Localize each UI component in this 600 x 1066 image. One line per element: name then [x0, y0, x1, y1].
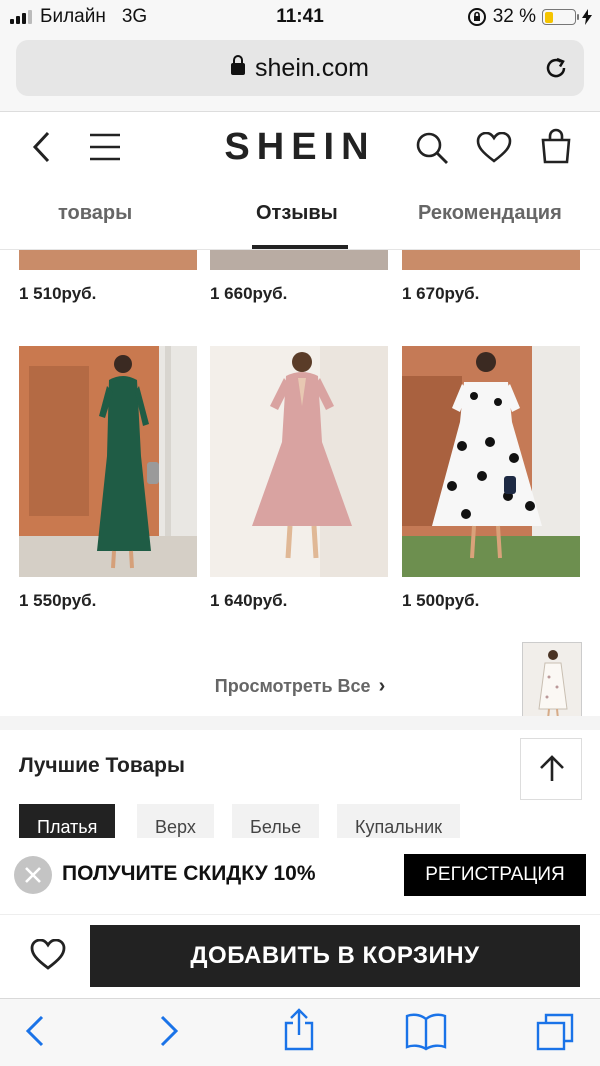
close-banner-button[interactable] [14, 856, 52, 894]
category-chip-tops[interactable]: Верх [137, 804, 214, 838]
category-chip-dresses[interactable]: Платья [19, 804, 116, 838]
address-bar[interactable]: shein.com [16, 40, 584, 96]
category-chip-lingerie[interactable]: Белье [232, 804, 320, 838]
battery-icon [542, 9, 579, 25]
product-image[interactable] [19, 250, 197, 270]
section-divider [0, 716, 600, 730]
register-button[interactable]: РЕГИСТРАЦИЯ [404, 854, 586, 896]
wishlist-heart-icon[interactable] [476, 132, 512, 164]
tab-goods[interactable]: товары [58, 202, 132, 225]
bookmarks-icon[interactable] [404, 1011, 448, 1051]
product-image-polka-dress[interactable] [402, 346, 580, 577]
product-price: 1 510руб. [19, 284, 97, 303]
add-to-cart-bar: ДОБАВИТЬ В КОРЗИНУ [0, 914, 600, 998]
product-price: 1 500руб. [402, 591, 480, 610]
share-icon[interactable] [282, 1007, 316, 1051]
reload-icon[interactable] [542, 54, 570, 82]
product-tabs: товары Отзывы Рекомендация [0, 182, 600, 250]
url-text: shein.com [255, 54, 369, 82]
discount-text: ПОЛУЧИТЕ СКИДКУ 10% [62, 862, 316, 885]
shopping-bag-icon[interactable] [540, 128, 572, 164]
category-chip-swimwear[interactable]: Купальник [337, 804, 460, 838]
product-image[interactable] [210, 250, 388, 270]
best-products-title: Лучшие Товары [19, 754, 185, 777]
product-price: 1 660руб. [210, 284, 288, 303]
discount-banner: ПОЛУЧИТЕ СКИДКУ 10% РЕГИСТРАЦИЯ [0, 838, 600, 914]
back-icon[interactable] [22, 1013, 48, 1049]
status-bar: Билайн 3G 11:41 32 % [0, 0, 600, 34]
product-image[interactable] [402, 250, 580, 270]
recently-viewed-thumbnail[interactable] [522, 642, 582, 722]
tabs-icon[interactable] [534, 1011, 576, 1053]
chevron-right-icon: › [378, 675, 386, 697]
product-image-pink-dress[interactable] [210, 346, 388, 577]
browser-toolbar [0, 998, 600, 1066]
heart-icon[interactable] [30, 939, 66, 971]
lock-icon [231, 55, 246, 75]
close-icon [25, 867, 41, 883]
forward-icon[interactable] [156, 1013, 182, 1049]
tab-recommendation[interactable]: Рекомендация [418, 202, 562, 225]
scroll-to-top-button[interactable] [520, 738, 582, 800]
active-tab-indicator [252, 245, 348, 249]
back-arrow-icon[interactable] [30, 130, 54, 164]
search-icon[interactable] [414, 130, 450, 166]
add-to-cart-button[interactable]: ДОБАВИТЬ В КОРЗИНУ [90, 925, 580, 987]
product-price: 1 640руб. [210, 591, 288, 610]
tab-reviews[interactable]: Отзывы [256, 202, 338, 225]
arrow-up-icon [540, 755, 564, 781]
menu-icon[interactable] [88, 132, 122, 162]
browser-address-area: shein.com [0, 34, 600, 112]
product-image-green-dress[interactable] [19, 346, 197, 577]
view-all-link[interactable]: Просмотреть Все › [0, 675, 600, 698]
orientation-lock-icon [467, 8, 486, 26]
product-price: 1 550руб. [19, 591, 97, 610]
view-all-label: Просмотреть Все [214, 676, 371, 696]
product-price: 1 670руб. [402, 284, 480, 303]
charging-icon [582, 9, 592, 25]
site-header: SHEIN [0, 112, 600, 182]
battery-percent: 32 % [492, 6, 536, 27]
